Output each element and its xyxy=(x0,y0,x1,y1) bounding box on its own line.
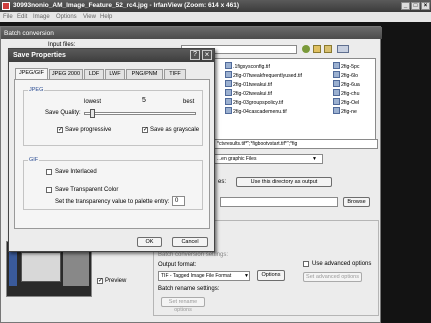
file-item[interactable]: 2fig-5pc xyxy=(333,62,359,70)
preview-window-shape xyxy=(21,252,61,282)
use-advanced-options-label: Use advanced options xyxy=(312,261,372,267)
batch-dialog-title: Batch conversion xyxy=(4,29,54,37)
save-interlaced-label: Save Interlaced xyxy=(55,169,97,175)
new-folder-icon[interactable] xyxy=(324,45,332,53)
browse-button[interactable]: Browse xyxy=(343,197,370,207)
save-progressive-checkbox[interactable]: ✓ xyxy=(57,127,63,133)
rename-settings-label: Batch rename settings: xyxy=(158,286,220,292)
output-dir-label: es: xyxy=(218,179,227,185)
ok-button[interactable]: OK xyxy=(137,237,162,247)
file-item[interactable]: 2fig-02tweakui.tif xyxy=(225,89,272,97)
save-quality-label: Save Quality: xyxy=(45,110,81,116)
save-interlaced-checkbox[interactable] xyxy=(46,169,52,175)
tab-ldf[interactable]: LDF xyxy=(84,69,104,79)
view-menu-icon[interactable] xyxy=(337,45,349,53)
batch-dialog-titlebar[interactable]: Batch conversion xyxy=(1,27,382,39)
quality-value: 5 xyxy=(142,97,146,104)
jpeg-group-label: JPEG xyxy=(28,87,45,93)
output-format-combo[interactable]: TIF - Tagged Image File Format xyxy=(158,271,250,281)
preview-panel-shape xyxy=(63,250,89,286)
use-advanced-options-checkbox[interactable] xyxy=(303,261,309,267)
file-item[interactable]: 2fig-04cascademenu.tif xyxy=(225,107,287,115)
preview-label: Preview xyxy=(105,278,127,284)
preview-desktop-strip xyxy=(9,246,17,286)
save-transparent-color-label: Save Transparent Color xyxy=(55,187,119,193)
file-item[interactable]: 2fig-chu xyxy=(333,89,359,97)
save-progressive-label: Save progressive xyxy=(65,127,112,133)
best-label: best xyxy=(183,99,195,105)
file-item[interactable]: 2fig-01tweakui.tif xyxy=(225,80,272,88)
set-rename-options-button[interactable]: Set rename options xyxy=(161,297,205,313)
file-item[interactable]: .1figsysconfig.tif xyxy=(225,62,270,70)
quality-slider-track[interactable] xyxy=(84,109,196,118)
main-window-titlebar[interactable]: 30993nonio_AM_Image_Feature_52_rc4.jpg -… xyxy=(0,0,431,12)
menu-edit[interactable]: Edit xyxy=(17,14,27,20)
menu-bar: File Edit Image Options View Help xyxy=(0,12,431,22)
quality-slider-thumb[interactable] xyxy=(90,109,95,118)
help-button[interactable]: ? xyxy=(190,50,200,60)
close-button[interactable]: × xyxy=(202,50,212,60)
file-item[interactable]: 2fig-ne xyxy=(333,107,357,115)
chevron-down-icon[interactable]: ▼ xyxy=(244,273,249,279)
checkmark-icon: ✓ xyxy=(143,127,149,133)
file-item[interactable]: 2fig-6ua xyxy=(333,80,360,88)
palette-entry-field[interactable]: 0 xyxy=(172,196,185,206)
output-directory-field[interactable] xyxy=(220,197,338,207)
tab-tiff[interactable]: TIFF xyxy=(164,69,186,79)
up-folder-icon[interactable] xyxy=(313,45,321,53)
conversion-settings-label: Batch conversion settings: xyxy=(158,252,229,258)
preview-checkbox[interactable]: ✓ xyxy=(97,278,103,284)
file-item[interactable]: 2fig-03groupspolicy.tif xyxy=(225,98,283,106)
menu-options[interactable]: Options xyxy=(56,14,77,20)
tab-lwf[interactable]: LWF xyxy=(105,69,125,79)
main-window-title: 30993nonio_AM_Image_Feature_52_rc4.jpg -… xyxy=(13,2,240,9)
save-transparent-color-checkbox[interactable] xyxy=(46,187,52,193)
set-advanced-options-button[interactable]: Set advanced options xyxy=(303,272,362,282)
lowest-label: lowest xyxy=(84,99,102,105)
file-type-combo[interactable]: ...en graphic Files xyxy=(214,154,323,164)
save-as-grayscale-label: Save as grayscale xyxy=(150,127,200,133)
save-properties-title: Save Properties xyxy=(13,51,66,59)
output-format-label: Output format: xyxy=(158,262,197,268)
menu-file[interactable]: File xyxy=(3,14,13,20)
irfanview-app-icon xyxy=(2,2,10,10)
use-this-directory-button[interactable]: Use this directory as output xyxy=(236,177,332,187)
file-name-field[interactable]: *ctvresults.tif*";*figbootvstart.tif*";*… xyxy=(214,139,378,149)
save-as-grayscale-checkbox[interactable]: ✓ xyxy=(142,127,148,133)
file-item[interactable]: 2fig-07tweakfrequentlyused.tif xyxy=(225,71,302,79)
jpeg-gif-panel: JPEG lowest 5 best Save Quality: ✓ Save … xyxy=(14,79,210,229)
menu-image[interactable]: Image xyxy=(33,14,50,20)
jpeg-group: JPEG xyxy=(23,87,203,146)
options-button[interactable]: Options xyxy=(257,270,285,281)
checkmark-icon: ✓ xyxy=(58,127,64,133)
cancel-button[interactable]: Cancel xyxy=(172,237,208,247)
checkmark-icon: ✓ xyxy=(98,278,104,284)
maximize-button[interactable]: □ xyxy=(411,2,420,10)
chevron-down-icon[interactable]: ▼ xyxy=(312,156,317,162)
tab-png-pnm[interactable]: PNG/PNM xyxy=(126,69,163,79)
save-properties-titlebar[interactable]: Save Properties ? × xyxy=(9,49,214,62)
file-item[interactable]: 2fig-Oel xyxy=(333,98,359,106)
back-icon[interactable] xyxy=(302,45,310,53)
palette-entry-label: Set the transparency value to palette en… xyxy=(55,199,170,205)
menu-view[interactable]: View xyxy=(83,14,96,20)
file-item[interactable]: 2fig-6lo xyxy=(333,71,358,79)
save-properties-dialog: Save Properties ? × JPEG/GIF JPEG 2000 L… xyxy=(8,48,215,252)
close-button[interactable]: × xyxy=(421,2,430,10)
gif-group-label: GIF xyxy=(28,157,40,163)
tab-jpeg-2000[interactable]: JPEG 2000 xyxy=(49,69,83,79)
minimize-button[interactable]: _ xyxy=(401,2,410,10)
menu-help[interactable]: Help xyxy=(100,14,112,20)
